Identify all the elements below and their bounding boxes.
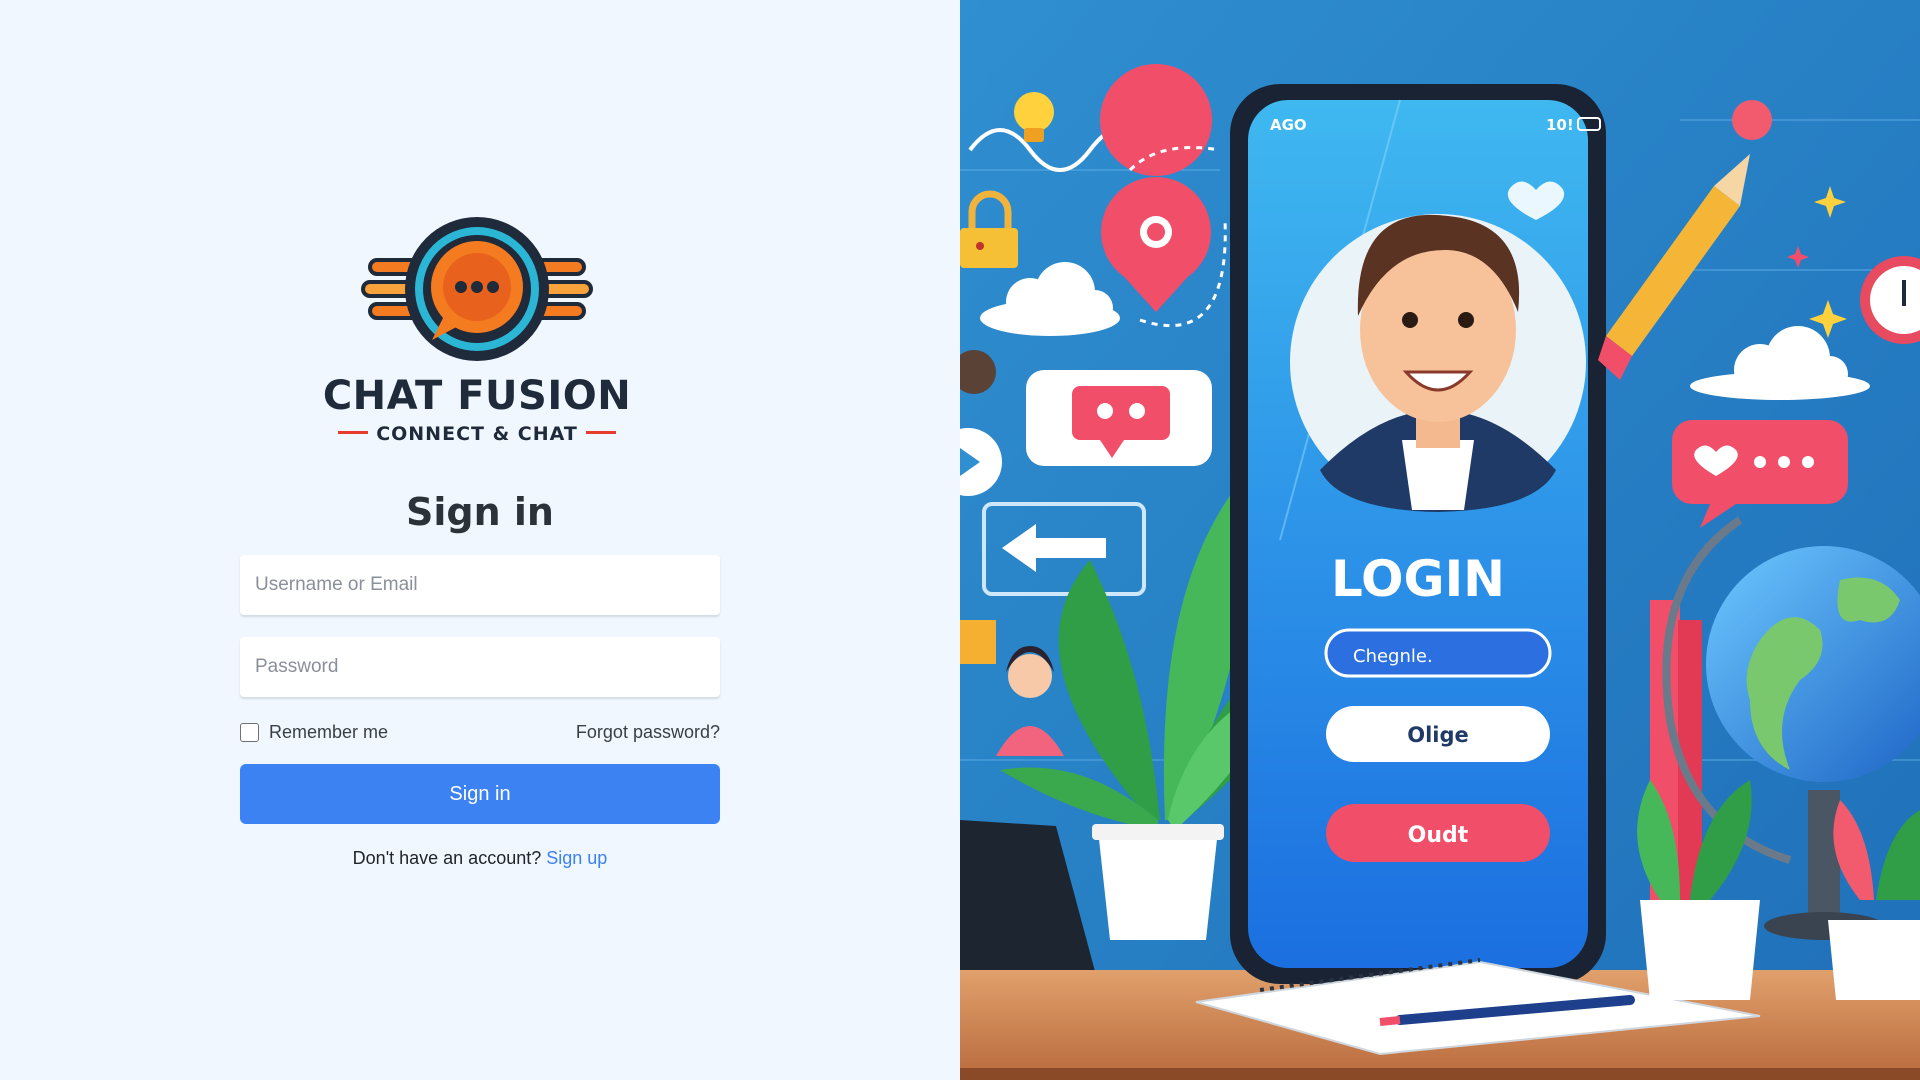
brand-tagline: CONNECT & CHAT [318,422,636,446]
signup-row: Don't have an account? Sign up [240,844,720,872]
brand-tagline-text: CONNECT & CHAT [376,423,578,445]
brand-logo: CHAT FUSION CONNECT & CHAT [318,212,636,448]
brand-name: CHAT FUSION [322,373,632,419]
tagline-dash-right [585,431,616,434]
chat-bubble-logo-icon [361,217,593,361]
sign-up-link[interactable]: Sign up [546,848,607,868]
phone-status-right: 10! [1546,116,1574,134]
chat-bubble-icon [1026,370,1212,466]
remember-me-label: Remember me [269,721,389,742]
page-title: Sign in [406,490,554,534]
illustration-canvas: AGO 10! LOGIN Chegnle. Olige Oudt [960,0,1920,1080]
checkbox-box[interactable] [240,722,259,742]
hero-illustration: AGO 10! LOGIN Chegnle. Olige Oudt [960,0,1920,1080]
illustration-button-primary: Olige [1407,723,1469,747]
illustration-button-secondary: Oudt [1408,823,1469,848]
phone-illustration: AGO 10! LOGIN Chegnle. Olige Oudt [1230,84,1606,984]
illustration-login-heading: LOGIN [1331,550,1505,608]
sign-in-button[interactable]: Sign in [240,764,720,824]
remember-me-checkbox[interactable]: Remember me [240,718,388,746]
signup-prompt: Don't have an account? [352,848,542,868]
login-panel: CHAT FUSION CONNECT & CHAT Sign in Remem… [0,0,960,1080]
illustration-field-text: Chegnle. [1353,646,1433,667]
username-input[interactable] [240,555,720,615]
forgot-password-link[interactable]: Forgot password? [576,718,720,746]
tagline-dash-left [338,431,369,434]
phone-status-left: AGO [1270,116,1307,134]
password-input[interactable] [240,637,720,697]
